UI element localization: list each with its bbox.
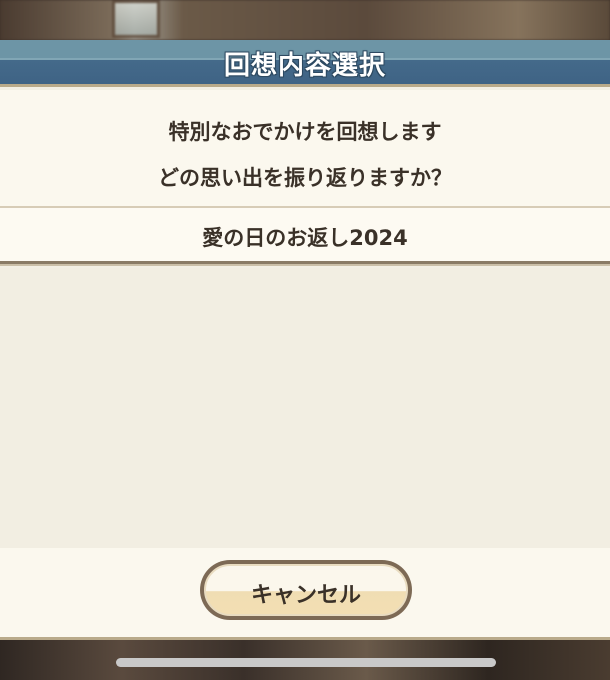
cancel-button[interactable]: キャンセル <box>200 560 412 620</box>
cancel-button-face: キャンセル <box>204 564 408 616</box>
recollection-option-label: 愛の日のお返し2024 <box>202 226 408 250</box>
recollection-select-dialog: 回想内容選択 特別なおでかけを回想します どの思い出を振り返りますか？ 愛の日の… <box>0 40 610 640</box>
dialog-title-bar: 回想内容選択 <box>0 40 610 87</box>
background-scene-top <box>0 0 610 40</box>
home-indicator[interactable] <box>116 658 496 667</box>
dialog-title: 回想内容選択 <box>223 51 386 81</box>
cancel-button-label: キャンセル <box>250 583 361 608</box>
recollection-option[interactable]: 愛の日のお返し2024 <box>0 206 610 264</box>
dialog-footer: キャンセル <box>0 548 610 640</box>
message-line-2: どの思い出を振り返りますか？ <box>158 166 452 190</box>
message-line-1: 特別なおでかけを回想します <box>168 120 442 144</box>
background-window <box>112 0 160 38</box>
option-list-area <box>0 268 610 548</box>
